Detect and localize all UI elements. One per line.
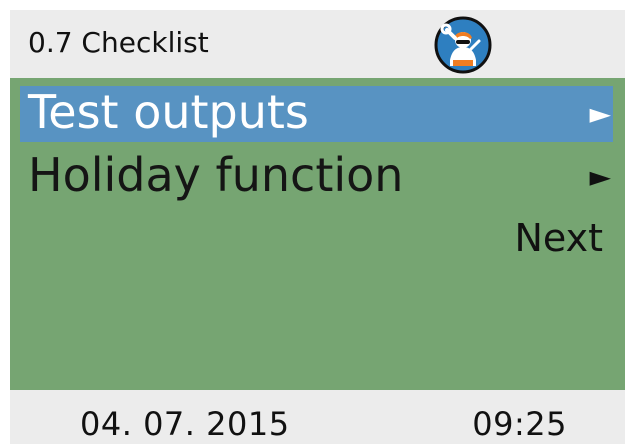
menu-item-test-outputs[interactable]: Test outputs ► xyxy=(20,85,613,142)
next-button[interactable]: Next xyxy=(514,214,603,262)
date-display: 04. 07. 2015 xyxy=(80,405,290,443)
status-bar: 04. 07. 2015 09:25 xyxy=(10,390,625,444)
menu-item-label: Holiday function xyxy=(28,148,404,202)
menu-item-label: Test outputs xyxy=(28,85,309,139)
arrow-right-icon: ► xyxy=(589,97,611,130)
header-bar: 0.7 Checklist xyxy=(10,10,625,78)
menu-panel: Test outputs ► Holiday function ► Next xyxy=(10,78,625,390)
service-technician-icon xyxy=(434,16,492,74)
page-title: 0.7 Checklist xyxy=(28,26,209,59)
arrow-right-icon: ► xyxy=(589,160,611,193)
time-display: 09:25 xyxy=(472,405,567,443)
device-screen: 0.7 Checklist Test outputs ► Holiday fun… xyxy=(0,0,635,444)
menu-item-holiday-function[interactable]: Holiday function ► xyxy=(20,148,613,205)
